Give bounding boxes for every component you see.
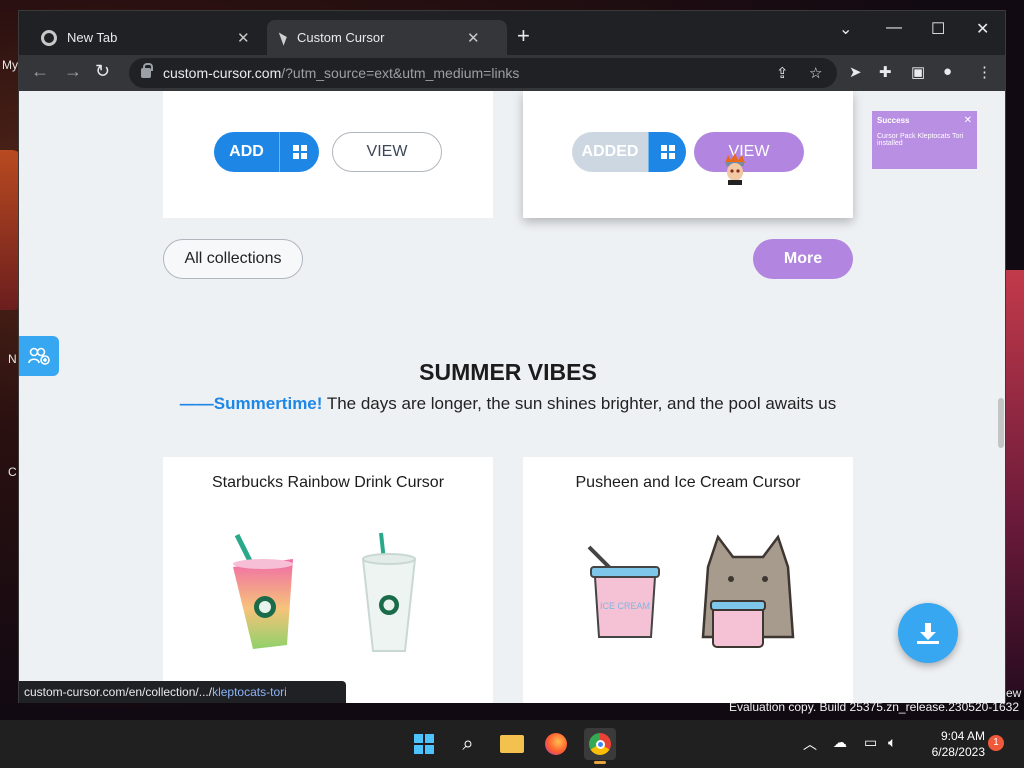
taskbar: ⌕ ︿ ☁ ▭ 🔈︎ 9:04 AM 6/28/2023 1	[0, 720, 1024, 768]
close-tab-icon[interactable]: ✕	[237, 29, 250, 47]
menu-icon[interactable]: ⋮	[977, 63, 992, 81]
bookmark-star-icon[interactable]: ☆	[809, 64, 822, 82]
all-collections-button[interactable]: All collections	[163, 239, 303, 279]
cursor-card[interactable]: Pusheen and Ice Cream Cursor ICE CREAM	[523, 457, 853, 703]
close-icon[interactable]: ✕	[964, 115, 972, 126]
card-title[interactable]: Starbucks Rainbow Drink Cursor	[163, 474, 493, 492]
chevron-up-icon[interactable]: ︿	[803, 734, 817, 754]
tab-search-icon[interactable]: ⌄	[839, 19, 852, 39]
extensions-puzzle-icon[interactable]: ✚	[879, 63, 892, 81]
card-title[interactable]: Pusheen and Ice Cream Cursor	[523, 474, 853, 492]
page-scrollbar[interactable]	[997, 91, 1005, 703]
side-panel-icon[interactable]: ▣	[911, 63, 925, 81]
chrome-icon	[41, 29, 57, 46]
ice-cream-cup-cursor-image: ICE CREAM	[587, 545, 660, 638]
browser-window: New Tab ✕ Custom Cursor ✕ + ⌄ — ☐ ✕ ← → …	[18, 10, 1006, 703]
add-button[interactable]: ADD	[214, 132, 279, 172]
forward-icon[interactable]: →	[64, 61, 82, 82]
page-viewport: ADD VIEW ADDED VIEW All collections More…	[19, 91, 1005, 703]
view-button[interactable]: VIEW	[694, 132, 804, 172]
tab-strip: New Tab ✕ Custom Cursor ✕ + ⌄ — ☐ ✕	[19, 11, 1005, 55]
view-button[interactable]: VIEW	[332, 132, 442, 172]
added-button[interactable]: ADDED	[572, 132, 648, 172]
cursor-card[interactable]: Starbucks Rainbow Drink Cursor	[163, 457, 493, 703]
section-accent: ——Summertime!	[179, 394, 323, 413]
reload-icon[interactable]: ↻	[95, 61, 110, 82]
windows-install-button[interactable]	[279, 132, 319, 172]
firefox-icon[interactable]	[540, 728, 572, 760]
browser-toolbar: ← → ↻ custom-cursor.com/?utm_source=ext&…	[19, 55, 1005, 91]
section-subtitle-text: The days are longer, the sun shines brig…	[322, 394, 837, 413]
windows-icon	[660, 145, 675, 159]
download-icon	[917, 623, 939, 644]
tab-custom-cursor[interactable]: Custom Cursor ✕	[267, 20, 507, 55]
minimize-button[interactable]: —	[886, 19, 902, 37]
desktop-icon-label[interactable]: C	[8, 465, 17, 479]
clear-cup-cursor-image	[361, 532, 417, 652]
cursor-favicon-icon	[278, 29, 290, 46]
search-icon[interactable]: ⌕	[452, 728, 484, 760]
clock-date: 6/28/2023	[931, 745, 985, 759]
close-tab-icon[interactable]: ✕	[467, 29, 480, 47]
tab-new-tab[interactable]: New Tab ✕	[27, 20, 267, 55]
status-bar-url: custom-cursor.com/en/collection/.../klep…	[19, 681, 346, 703]
new-tab-button[interactable]: +	[517, 25, 530, 47]
scrollbar-thumb[interactable]	[998, 398, 1004, 448]
volume-icon[interactable]: 🔈︎	[888, 734, 896, 751]
chrome-icon[interactable]	[584, 728, 616, 764]
toast-title: Success	[877, 116, 910, 125]
tab-title: New Tab	[67, 30, 118, 45]
ice-cream-label: ICE CREAM	[600, 601, 650, 611]
success-toast: Success Cursor Pack Kleptocats Tori inst…	[872, 111, 977, 169]
windows-install-button[interactable]	[648, 132, 686, 172]
section-title: SUMMER VIBES	[419, 359, 597, 385]
address-bar[interactable]: custom-cursor.com/?utm_source=ext&utm_me…	[129, 58, 837, 88]
share-icon[interactable]: ⇪	[776, 64, 789, 82]
network-icon[interactable]: ▭	[864, 734, 877, 751]
clock-time: 9:04 AM	[940, 729, 985, 743]
pusheen-cursor-image	[701, 534, 795, 648]
url-text[interactable]: custom-cursor.com/?utm_source=ext&utm_me…	[163, 65, 519, 81]
windows-start-icon[interactable]	[408, 728, 440, 760]
onedrive-icon[interactable]: ☁	[833, 734, 847, 751]
toast-message: Cursor Pack Kleptocats Tori installed	[877, 133, 964, 147]
desktop-icon-label: ew	[1006, 686, 1022, 700]
more-button[interactable]: More	[753, 239, 853, 279]
close-window-button[interactable]: ✕	[976, 19, 989, 39]
notification-badge[interactable]: 1	[988, 735, 1004, 751]
desktop-icon-label[interactable]: My	[2, 58, 18, 72]
desktop-icon-label[interactable]: N	[8, 352, 17, 366]
section-subtitle: ——Summertime! The days are longer, the s…	[163, 393, 853, 415]
lock-icon[interactable]	[141, 63, 153, 78]
custom-cursor-extension-icon[interactable]: ➤	[849, 63, 862, 81]
wallpaper-shape	[1004, 270, 1024, 690]
maximize-button[interactable]: ☐	[931, 19, 945, 39]
file-explorer-icon[interactable]	[496, 728, 528, 760]
rainbow-drink-cursor-image	[233, 533, 293, 649]
anime-cursor-icon	[725, 153, 745, 185]
profile-icon[interactable]: ●	[943, 63, 952, 80]
tab-title: Custom Cursor	[297, 30, 385, 45]
back-icon[interactable]: ←	[31, 61, 49, 82]
cursor-card: ADDED VIEW	[523, 91, 853, 218]
download-button[interactable]	[898, 603, 958, 663]
system-clock[interactable]: 9:04 AM 6/28/2023	[915, 728, 985, 760]
cursor-card: ADD VIEW	[163, 91, 493, 218]
windows-icon	[292, 145, 307, 159]
